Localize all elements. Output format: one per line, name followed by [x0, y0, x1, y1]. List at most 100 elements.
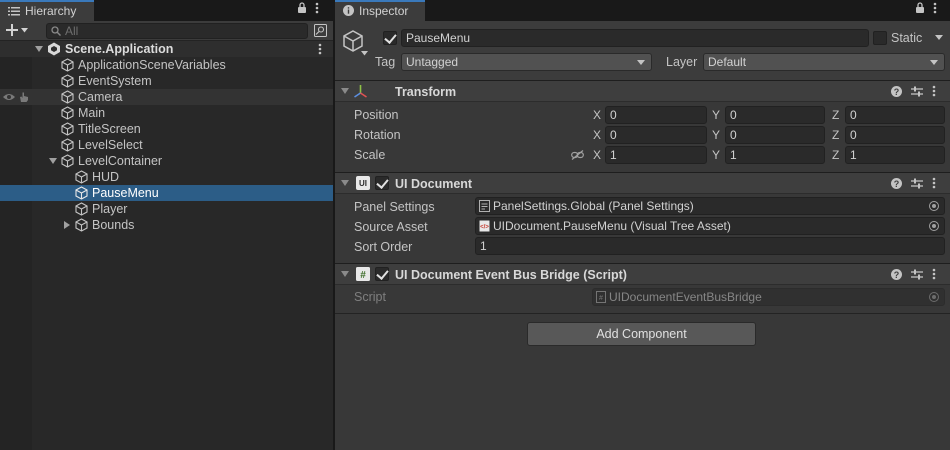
object-picker-icon[interactable]	[929, 221, 939, 231]
layer-dropdown[interactable]: Default	[703, 53, 945, 71]
help-icon[interactable]: ?	[891, 85, 902, 97]
help-icon[interactable]: ?	[891, 268, 902, 280]
component-menu-icon[interactable]	[932, 177, 936, 189]
tag-dropdown[interactable]: Untagged	[401, 53, 652, 71]
list-item[interactable]: HUD	[0, 169, 333, 185]
scene-menu-icon[interactable]	[318, 43, 322, 55]
static-checkbox[interactable]	[873, 31, 887, 45]
list-item[interactable]: ApplicationSceneVariables	[0, 57, 333, 73]
list-item-label: Camera	[78, 90, 123, 104]
svg-text:?: ?	[894, 179, 900, 189]
list-item-label: PauseMenu	[92, 186, 159, 200]
active-checkbox[interactable]	[383, 31, 397, 45]
list-item[interactable]: Bounds	[0, 217, 333, 233]
list-item-label: HUD	[92, 170, 120, 184]
scale-z-field[interactable]: 1	[845, 146, 945, 164]
scene-search-filter-icon[interactable]	[314, 24, 327, 37]
scale-label: Scale	[354, 148, 386, 162]
ui-document-header[interactable]: UI UI Document ?	[335, 172, 950, 194]
script-field: # UIDocumentEventBusBridge	[592, 288, 945, 306]
list-item-label: Player	[92, 202, 128, 216]
more-options-icon[interactable]	[315, 2, 319, 14]
tag-value: Untagged	[406, 55, 459, 69]
component-menu-icon[interactable]	[932, 268, 936, 280]
pickable-hand-icon[interactable]	[18, 91, 30, 103]
transform-header[interactable]: Transform ?	[335, 80, 950, 102]
object-picker-icon[interactable]	[929, 201, 939, 211]
hierarchy-panel: Hierarchy All Scene.Application Applicat…	[0, 0, 333, 450]
constrain-proportions-link-icon[interactable]	[571, 150, 584, 160]
lock-icon[interactable]	[915, 2, 925, 14]
add-component-button[interactable]: Add Component	[527, 322, 756, 346]
scale-y-field[interactable]: 1	[725, 146, 825, 164]
presets-icon[interactable]	[911, 178, 923, 189]
list-item[interactable]: EventSystem	[0, 73, 333, 89]
search-input[interactable]	[65, 24, 265, 38]
panel-settings-field[interactable]: PanelSettings.Global (Panel Settings)	[475, 197, 945, 215]
gameobject-large-icon[interactable]	[342, 29, 364, 53]
expand-arrow-icon[interactable]	[35, 45, 43, 53]
axis-z-label: Z	[832, 108, 840, 122]
panel-settings-label: Panel Settings	[354, 200, 435, 214]
list-item[interactable]: Player	[0, 201, 333, 217]
hierarchy-tab-label: Hierarchy	[25, 3, 77, 18]
rotation-y-field[interactable]: 0	[725, 126, 825, 144]
more-options-icon[interactable]	[933, 2, 937, 14]
event-bus-header[interactable]: # UI Document Event Bus Bridge (Script) …	[335, 263, 950, 285]
object-name-field[interactable]: PauseMenu	[401, 29, 869, 47]
component-menu-icon[interactable]	[932, 85, 936, 97]
position-y-field[interactable]: 0	[725, 106, 825, 124]
list-item[interactable]: Main	[0, 105, 333, 121]
foldout-arrow-icon[interactable]	[341, 88, 349, 95]
rotation-z-field[interactable]: 0	[845, 126, 945, 144]
tab-inspector[interactable]: Inspector	[335, 0, 425, 21]
gameobject-cube-icon	[75, 218, 88, 232]
visibility-eye-icon[interactable]	[2, 92, 16, 102]
axis-y-label: Y	[712, 148, 721, 162]
static-dropdown-icon[interactable]	[935, 35, 943, 40]
foldout-arrow-icon[interactable]	[341, 271, 349, 278]
list-item-label: Main	[78, 106, 106, 120]
list-item[interactable]: LevelContainer	[0, 153, 333, 169]
tag-label: Tag	[375, 55, 396, 69]
list-item-label: LevelContainer	[78, 154, 163, 168]
rotation-label: Rotation	[354, 128, 401, 142]
scale-x-field[interactable]: 1	[605, 146, 707, 164]
position-z-field[interactable]: 0	[845, 106, 945, 124]
static-label: Static	[891, 31, 923, 45]
event-bus-enabled-checkbox[interactable]	[375, 267, 389, 281]
object-header: PauseMenu Static Tag Untagged Layer Defa…	[335, 21, 950, 81]
scene-row[interactable]: Scene.Application	[0, 41, 333, 57]
ui-document-enabled-checkbox[interactable]	[375, 176, 389, 190]
axis-y-label: Y	[712, 108, 721, 122]
sort-order-label: Sort Order	[354, 240, 413, 254]
chevron-down-icon[interactable]	[361, 51, 368, 56]
ui-document-icon: UI	[356, 176, 370, 190]
help-icon[interactable]: ?	[891, 177, 902, 189]
source-asset-field[interactable]: </> UIDocument.PauseMenu (Visual Tree As…	[475, 217, 945, 235]
lock-icon[interactable]	[297, 2, 307, 14]
gameobject-cube-icon	[61, 122, 74, 136]
rotation-x-field[interactable]: 0	[605, 126, 707, 144]
object-picker-icon	[929, 292, 939, 302]
axis-z-label: Z	[832, 148, 840, 162]
inspector-tabbar: Inspector	[335, 0, 950, 21]
presets-icon[interactable]	[911, 269, 923, 280]
layer-value: Default	[708, 55, 747, 69]
foldout-arrow-icon[interactable]	[341, 180, 349, 187]
axis-y-label: Y	[712, 128, 721, 142]
tab-hierarchy[interactable]: Hierarchy	[0, 0, 94, 21]
list-item-selected[interactable]: PauseMenu	[0, 185, 333, 201]
ui-document-body: Panel Settings PanelSettings.Global (Pan…	[335, 194, 950, 262]
info-icon	[343, 5, 354, 16]
presets-icon[interactable]	[911, 86, 923, 97]
event-bus-body: Script # UIDocumentEventBusBridge	[335, 285, 950, 313]
expand-arrow-icon[interactable]	[49, 157, 57, 165]
list-item[interactable]: LevelSelect	[0, 137, 333, 153]
sort-order-field[interactable]: 1	[475, 237, 945, 255]
create-button[interactable]	[6, 24, 28, 36]
list-item[interactable]: TitleScreen	[0, 121, 333, 137]
list-item[interactable]: Camera	[0, 89, 333, 105]
position-x-field[interactable]: 0	[605, 106, 707, 124]
collapsed-arrow-icon[interactable]	[63, 221, 71, 229]
